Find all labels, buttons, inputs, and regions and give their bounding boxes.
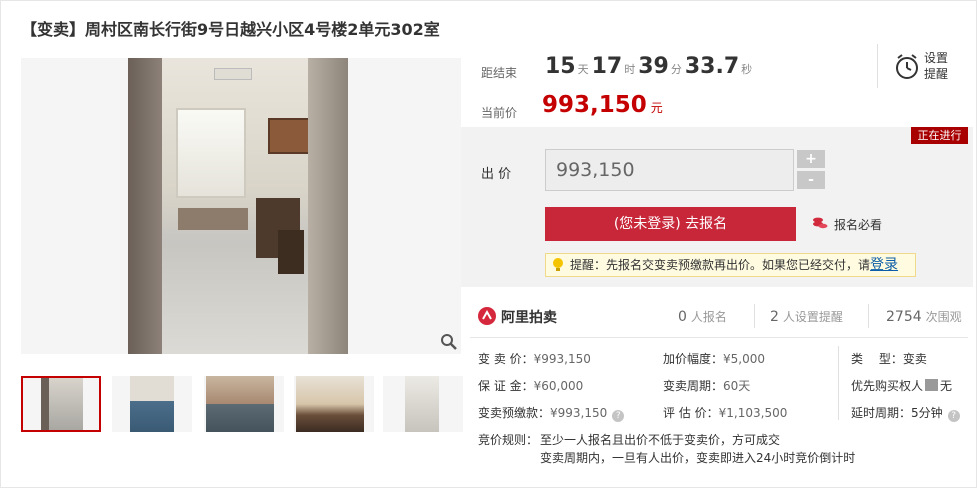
priority-key: 优先购买权人 (851, 379, 924, 393)
prepay-key: 变卖预缴款： (478, 406, 551, 420)
increment-info: 加价幅度：¥5,000 (663, 350, 765, 367)
thumbnail-strip (21, 376, 463, 432)
bid-label: 出 价 (481, 167, 512, 182)
delay-key: 延时周期： (851, 406, 912, 420)
zoom-icon[interactable] (440, 333, 458, 351)
bidding-rule-line-2: 变卖周期内，一旦有人出价，变卖即进入24小时竞价倒计时 (540, 451, 856, 465)
divider (754, 304, 755, 328)
tip-text: 提醒：先报名交变卖预缴款再出价。如果您已经交付，请 (570, 258, 871, 272)
increment-key: 加价幅度： (663, 352, 724, 366)
reminder-count-label: 人设置提醒 (782, 310, 843, 324)
type-value: 变卖 (902, 352, 927, 366)
signup-count-number: 0 (678, 309, 687, 325)
platform-name: 阿里拍卖 (501, 310, 557, 326)
priority-value: 无 (940, 379, 953, 393)
thumbnail[interactable] (21, 376, 101, 432)
view-count: 2754 次围观 (886, 308, 962, 325)
help-icon[interactable]: ? (947, 410, 960, 422)
price-unit: 元 (650, 101, 663, 115)
alarm-clock-icon (896, 54, 918, 79)
countdown-seconds: 33.7 (684, 54, 740, 79)
countdown-days: 15 (545, 54, 576, 79)
delay-value: 5分钟 (911, 406, 943, 420)
appraisal-value: ¥1,103,500 (718, 406, 788, 420)
period-info: 变卖周期：60天 (663, 377, 750, 394)
help-icon[interactable]: ? (612, 410, 625, 422)
signup-button[interactable]: (您未登录) 去报名 (545, 207, 796, 241)
countdown-minutes: 39 (638, 54, 669, 79)
must-read-label: 报名必看 (834, 218, 883, 232)
increase-bid-button[interactable]: + (797, 150, 825, 168)
status-badge: 正在进行 (911, 127, 968, 144)
login-link[interactable]: 登录 (870, 257, 898, 273)
countdown-timer: 15 天 17 时 39 分 33.7 秒 (545, 54, 755, 79)
current-price-label: 当前价 (481, 106, 518, 120)
coins-icon (813, 217, 828, 229)
countdown-label: 距结束 (481, 66, 518, 80)
set-reminder-button[interactable]: 设置提醒 (877, 44, 957, 88)
thumbnail[interactable] (112, 376, 192, 432)
deposit-info: 保 证 金：¥60,000 (478, 377, 583, 394)
reminder-count-number: 2 (770, 309, 779, 325)
current-price-value: 993,150 (542, 92, 647, 118)
increment-value: ¥5,000 (723, 352, 766, 366)
signup-count: 0 人报名 (678, 308, 727, 325)
type-key: 类 型： (851, 352, 903, 366)
bidding-rules-label: 竞价规则： (478, 433, 539, 447)
period-value: 60天 (723, 379, 751, 393)
type-info: 类 型：变卖 (851, 350, 927, 367)
main-photo[interactable] (21, 58, 461, 354)
seconds-unit: 秒 (741, 63, 753, 76)
hours-unit: 时 (624, 63, 636, 76)
must-read-link[interactable]: 报名必看 (812, 216, 882, 233)
view-count-label: 次围观 (925, 310, 962, 324)
bidding-rule-line-1: 至少一人报名且出价不低于变卖价，方可成交 (540, 433, 781, 447)
reminder-count: 2 人设置提醒 (770, 308, 843, 325)
days-unit: 天 (577, 63, 589, 76)
thumbnail[interactable] (294, 376, 374, 432)
sale-price-key: 变 卖 价： (478, 352, 534, 366)
reminder-label: 设置提醒 (924, 51, 949, 81)
divider (868, 304, 869, 328)
page-title: 【变卖】周村区南长行街9号日越兴小区4号楼2单元302室 (21, 20, 440, 39)
countdown-hours: 17 (591, 54, 623, 79)
sale-price-value: ¥993,150 (533, 352, 591, 366)
view-count-number: 2754 (886, 309, 922, 325)
period-key: 变卖周期： (663, 379, 724, 393)
divider (838, 346, 839, 420)
appraisal-key: 评 估 价： (663, 406, 719, 420)
appraisal-info: 评 估 价：¥1,103,500 (663, 404, 787, 421)
bid-input[interactable]: 993,150 (545, 149, 794, 191)
prepay-value: ¥993,150 (550, 406, 608, 420)
prepay-info: 变卖预缴款：¥993,150? (478, 404, 625, 422)
sale-price-info: 变 卖 价：¥993,150 (478, 350, 591, 367)
room-photo (128, 58, 348, 354)
divider (470, 337, 968, 338)
info-badge-icon (925, 379, 939, 391)
deposit-value: ¥60,000 (533, 379, 584, 393)
ali-auction-icon (478, 307, 496, 325)
thumbnail[interactable] (383, 376, 463, 432)
delay-info: 延时周期：5分钟? (851, 404, 960, 422)
deposit-key: 保 证 金： (478, 379, 534, 393)
current-price: 993,150 元 (542, 92, 663, 118)
priority-buyer-info: 优先购买权人 无 (851, 377, 952, 394)
lightbulb-icon (553, 258, 563, 271)
signup-count-label: 人报名 (690, 310, 727, 324)
thumbnail[interactable] (204, 376, 284, 432)
decrease-bid-button[interactable]: - (797, 171, 825, 189)
minutes-unit: 分 (670, 63, 682, 76)
login-tip: 提醒：先报名交变卖预缴款再出价。如果您已经交付，请登录 (545, 253, 916, 277)
